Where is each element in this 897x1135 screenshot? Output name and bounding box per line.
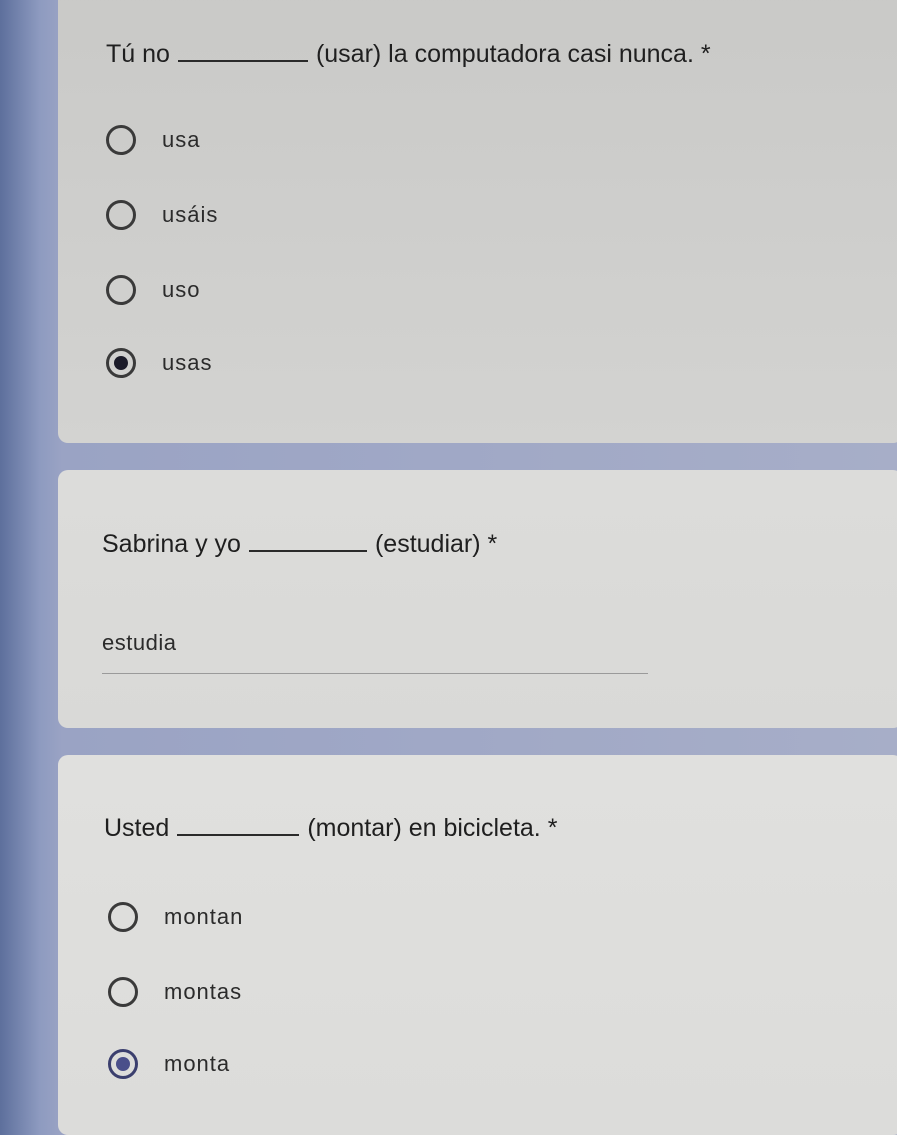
blank-line (177, 38, 308, 62)
radio-button[interactable] (106, 200, 136, 230)
option-label: monta (164, 1051, 231, 1076)
question-card-2: Sabrina y yo (estudiar) * estudia (58, 470, 897, 728)
question-title: Tú no (usar) la computadora casi nunca. * (106, 38, 711, 69)
option-label: montas (164, 979, 243, 1004)
question-text-before: Usted (104, 814, 170, 842)
radio-button-checked[interactable] (108, 1049, 138, 1079)
required-asterisk: * (487, 530, 498, 558)
question-title: Sabrina y yo (estudiar) * (102, 528, 497, 559)
radio-button[interactable] (108, 902, 138, 932)
radio-option-selected[interactable]: usas (106, 348, 212, 378)
option-label: montan (164, 904, 244, 929)
radio-button[interactable] (108, 977, 138, 1007)
radio-button[interactable] (106, 275, 136, 305)
option-label: uso (162, 277, 201, 302)
question-text-after: (estudiar) (374, 530, 481, 558)
question-text-after: (montar) en bicicleta. (307, 814, 541, 842)
question-text-before: Sabrina y yo (102, 530, 241, 558)
question-card-3: Usted (montar) en bicicleta. * montan mon… (58, 755, 897, 1135)
blank-line (248, 528, 367, 552)
radio-button-checked[interactable] (106, 348, 136, 378)
radio-option[interactable]: usáis (106, 200, 218, 230)
option-label: usas (162, 350, 213, 375)
short-answer-value[interactable]: estudia (102, 630, 176, 656)
question-text-after: (usar) la computadora casi nunca. (315, 40, 694, 68)
question-title: Usted (montar) en bicicleta. * (104, 808, 557, 843)
option-label: usa (162, 127, 201, 152)
short-answer-underline[interactable] (102, 673, 648, 674)
radio-option[interactable]: usa (106, 125, 200, 155)
question-text-before: Tú no (106, 40, 170, 68)
required-asterisk: * (547, 814, 558, 842)
radio-option-selected[interactable]: monta (108, 1049, 230, 1079)
blank-line (177, 808, 300, 836)
radio-option[interactable]: montan (108, 902, 243, 932)
radio-option[interactable]: montas (108, 977, 242, 1007)
question-card-1: Tú no (usar) la computadora casi nunca. *… (58, 0, 897, 443)
option-label: usáis (162, 202, 219, 227)
required-asterisk: * (700, 40, 711, 68)
radio-option[interactable]: uso (106, 275, 200, 305)
radio-button[interactable] (106, 125, 136, 155)
